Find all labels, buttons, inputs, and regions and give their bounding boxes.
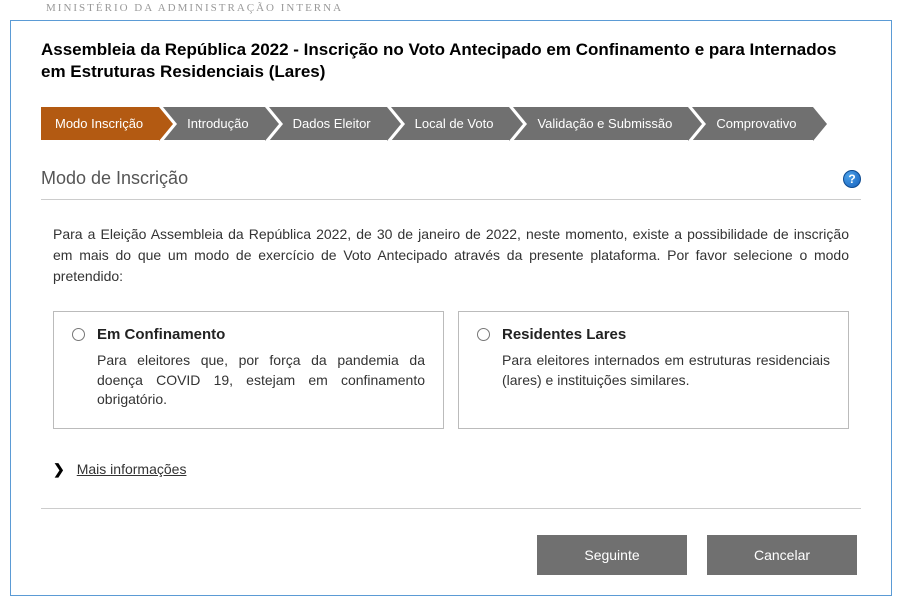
more-info-label: Mais informações [77, 461, 187, 477]
radio-icon[interactable] [72, 328, 85, 341]
options-row: Em Confinamento Para eleitores que, por … [53, 311, 849, 429]
option-confinamento-desc: Para eleitores que, por força da pandemi… [97, 351, 425, 410]
step-introducao[interactable]: Introdução [163, 107, 264, 140]
section-header: Modo de Inscrição ? [41, 168, 861, 200]
more-info-toggle[interactable]: ❯ Mais informações [53, 461, 849, 478]
option-lares-desc: Para eleitores internados em estruturas … [502, 351, 830, 390]
cancel-button[interactable]: Cancelar [707, 535, 857, 575]
step-dados-eleitor[interactable]: Dados Eleitor [269, 107, 387, 140]
page-title: Assembleia da República 2022 - Inscrição… [41, 39, 861, 83]
breadcrumb-steps: Modo Inscrição Introdução Dados Eleitor … [41, 107, 861, 140]
option-confinamento-header: Em Confinamento [72, 326, 425, 343]
section-title: Modo de Inscrição [41, 168, 188, 189]
button-row: Seguinte Cancelar [41, 535, 861, 575]
option-lares-header: Residentes Lares [477, 326, 830, 343]
chevron-right-icon: ❯ [53, 461, 65, 478]
option-confinamento-title: Em Confinamento [97, 326, 225, 343]
radio-icon[interactable] [477, 328, 490, 341]
help-icon[interactable]: ? [843, 170, 861, 188]
step-local-de-voto[interactable]: Local de Voto [391, 107, 510, 140]
step-validacao-submissao[interactable]: Validação e Submissão [513, 107, 688, 140]
next-button[interactable]: Seguinte [537, 535, 687, 575]
option-confinamento[interactable]: Em Confinamento Para eleitores que, por … [53, 311, 444, 429]
step-modo-inscricao[interactable]: Modo Inscrição [41, 107, 159, 140]
main-panel: Assembleia da República 2022 - Inscrição… [10, 20, 892, 596]
divider [41, 508, 861, 509]
step-comprovativo[interactable]: Comprovativo [692, 107, 812, 140]
ministry-label: MINISTÉRIO DA ADMINISTRAÇÃO INTERNA [0, 0, 902, 20]
intro-text: Para a Eleição Assembleia da República 2… [53, 224, 849, 287]
option-lares-title: Residentes Lares [502, 326, 626, 343]
option-lares[interactable]: Residentes Lares Para eleitores internad… [458, 311, 849, 429]
